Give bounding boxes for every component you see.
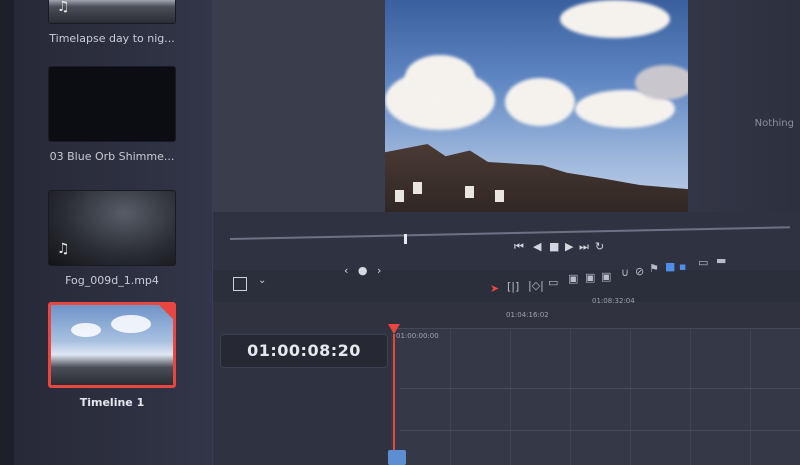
- house-window: [465, 186, 474, 198]
- clip-label: 03 Blue Orb Shimme...: [49, 150, 175, 163]
- blade-tool-icon[interactable]: ▭: [548, 276, 558, 289]
- timecode-display[interactable]: 01:00:08:20: [220, 334, 388, 368]
- selection-pointer-icon[interactable]: ➤: [490, 282, 499, 295]
- trim-tool-icon[interactable]: [|]: [507, 280, 519, 293]
- media-clip-timeline-1[interactable]: Timeline 1: [48, 302, 176, 409]
- cloud: [505, 78, 575, 126]
- ruler-timecode: 01:04:16:02: [506, 311, 549, 319]
- scrubber-playhead[interactable]: [404, 234, 407, 244]
- flag-icon[interactable]: ⚑: [649, 262, 659, 275]
- timeline-grid-line: [690, 328, 691, 465]
- timeline-badge-icon: [159, 305, 173, 319]
- insert-clip-icon[interactable]: ▣: [568, 272, 578, 285]
- clip-thumbnail: [48, 66, 176, 142]
- jump-end-button[interactable]: ⏭: [579, 240, 589, 254]
- viewer-side-panel: Nothing: [688, 0, 800, 212]
- marker-icon[interactable]: ■ ▪: [665, 260, 686, 273]
- media-clip-timelapse[interactable]: ♫ Timelapse day to nig...: [48, 0, 176, 45]
- clip-label: Timeline 1: [79, 396, 145, 409]
- track-divider: [400, 430, 800, 431]
- media-clip-fog[interactable]: ♫ Fog_009d_1.mp4: [48, 190, 176, 287]
- timeline-grid-line: [630, 328, 631, 465]
- media-clip-blue-orb[interactable]: 03 Blue Orb Shimme...: [48, 66, 176, 163]
- zoom-detail-icon[interactable]: ▬: [716, 254, 726, 267]
- chevron-down-icon[interactable]: ⌄: [258, 275, 266, 286]
- magnet-icon[interactable]: ∪: [621, 266, 629, 279]
- cloud: [560, 0, 670, 38]
- ruler-timecode: 01:08:32:04: [592, 297, 635, 305]
- cloud: [635, 65, 688, 100]
- media-pool-edge: [0, 0, 14, 465]
- clip-thumbnail-selected: [48, 302, 176, 388]
- timeline-grid-line: [570, 328, 571, 465]
- clip-label: Timelapse day to nig...: [49, 32, 175, 45]
- zoom-full-icon[interactable]: ▭: [698, 256, 708, 269]
- timeline-grid-line: [750, 328, 751, 465]
- track-divider: [400, 388, 800, 389]
- replace-clip-icon[interactable]: ▣: [601, 270, 611, 283]
- crop-icon[interactable]: [233, 277, 247, 291]
- music-note-icon: ♫: [57, 0, 70, 15]
- ruler-timecode: 01:00:00:00: [396, 332, 439, 340]
- house-window: [413, 182, 422, 194]
- house-window: [495, 190, 504, 202]
- viewer-side-label: Nothing: [754, 118, 794, 129]
- play-reverse-button[interactable]: ◀: [533, 240, 541, 253]
- play-button[interactable]: ▶: [565, 240, 573, 253]
- clip-label: Fog_009d_1.mp4: [65, 274, 159, 287]
- link-icon[interactable]: ⊘: [635, 265, 644, 278]
- thumb-cloud: [111, 315, 151, 333]
- timecode-value: 01:00:08:20: [247, 341, 361, 360]
- playhead-line[interactable]: [393, 334, 395, 465]
- loop-button[interactable]: ↻: [595, 240, 604, 253]
- transport-bar: [213, 212, 800, 270]
- clip-thumbnail: ♫: [48, 190, 176, 266]
- jump-start-button[interactable]: ⏮: [514, 240, 524, 254]
- timeline-grid-line: [510, 328, 511, 465]
- playhead-handle[interactable]: [388, 324, 400, 334]
- stop-button[interactable]: ■: [549, 240, 559, 253]
- viewer-frame[interactable]: [385, 0, 688, 226]
- house-window: [395, 190, 404, 202]
- dynamic-trim-icon[interactable]: |◇|: [528, 279, 544, 292]
- overwrite-clip-icon[interactable]: ▣: [585, 271, 595, 284]
- clip-thumbnail: ♫: [48, 0, 176, 24]
- timeline-grid-line: [450, 328, 451, 465]
- music-note-icon: ♫: [57, 241, 70, 257]
- nav-dots[interactable]: ‹ ● ›: [344, 264, 384, 277]
- thumb-cloud: [71, 323, 101, 337]
- cloud: [405, 55, 475, 100]
- timeline-clip[interactable]: [388, 450, 406, 465]
